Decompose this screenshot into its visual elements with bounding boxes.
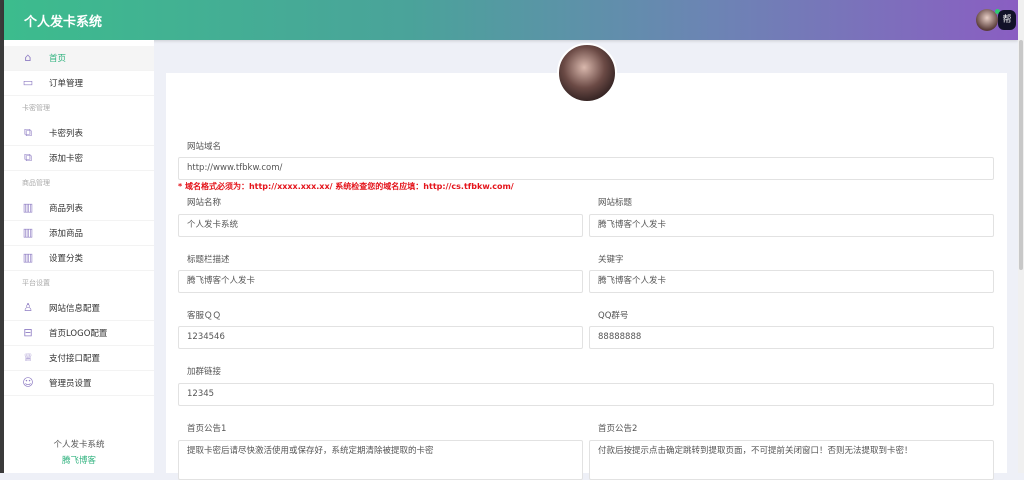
top-header: 个人发卡系统 帮: [4, 0, 1018, 40]
sidebar-item-label: 设置分类: [49, 254, 84, 264]
sidebar-item[interactable]: ▥ 商品列表: [4, 196, 154, 221]
sidebar-footer-author[interactable]: 腾飞博客: [4, 454, 154, 466]
notice1-label: 首页公告1: [187, 424, 227, 434]
sidebar-item-label: 添加商品: [49, 229, 84, 239]
sidebar-group-title: 卡密管理: [22, 104, 50, 112]
sidebar-item[interactable]: ⧉ 添加卡密: [4, 146, 154, 171]
page-scrollbar[interactable]: [1018, 0, 1024, 473]
site-name-input[interactable]: 个人发卡系统: [178, 214, 583, 237]
sidebar-item[interactable]: ⧉ 卡密列表: [4, 121, 154, 146]
sidebar-footer-name: 个人发卡系统: [53, 440, 105, 450]
menu-icon: ▥: [22, 201, 34, 214]
domain-label: 网站域名: [187, 142, 222, 152]
qq-label: 客服ＱＱ: [187, 311, 222, 321]
sidebar-item-label: 支付接口配置: [49, 354, 101, 364]
qq-group-label: QQ群号: [598, 311, 629, 321]
sidebar-item[interactable]: ⊟ 首页LOGO配置: [4, 321, 154, 346]
domain-note: * 域名格式必须为：http://xxxx.xxx.xx/ 系统检查您的域名应填…: [178, 182, 514, 191]
scrollbar-thumb[interactable]: [1019, 40, 1023, 270]
keywords-input[interactable]: 腾飞博客个人发卡: [589, 270, 994, 293]
qq-input[interactable]: 1234546: [178, 326, 583, 349]
menu-icon: ☺: [22, 376, 34, 389]
sidebar-item[interactable]: ☺ 管理员设置: [4, 371, 154, 396]
desc-input[interactable]: 腾飞博客个人发卡: [178, 270, 583, 293]
sidebar-item[interactable]: ⌂ 首页: [4, 46, 154, 71]
sidebar: ⌂ 首页 ▭ 订单管理卡密管理 ⧉ 卡密列表 ⧉ 添加卡密商品管理 ▥ 商品列表 ▥ 添加商品 ▥ 设置分…: [4, 40, 154, 473]
site-logo-avatar[interactable]: [557, 43, 617, 103]
sidebar-item-label: 订单管理: [49, 79, 84, 89]
sidebar-item-label: 商品列表: [49, 204, 84, 214]
clipboard-icon: ▭: [22, 76, 34, 89]
site-title-input[interactable]: 腾飞博客个人发卡: [589, 214, 994, 237]
menu-icon: ♙: [23, 301, 33, 314]
help-badge[interactable]: 帮: [998, 10, 1016, 30]
sidebar-item-label: 管理员设置: [49, 379, 92, 389]
home-icon: ⌂: [24, 51, 32, 64]
menu-icon: ⧉: [24, 126, 32, 139]
site-title-label: 网站标题: [598, 198, 633, 208]
sidebar-item[interactable]: ▥ 设置分类: [4, 246, 154, 271]
sidebar-item[interactable]: ♕ 支付接口配置: [4, 346, 154, 371]
sidebar-item[interactable]: ♙ 网站信息配置: [4, 296, 154, 321]
group-link-label: 加群链接: [187, 367, 222, 377]
sidebar-item-label: 网站信息配置: [49, 304, 101, 314]
sidebar-item-label: 首页: [49, 54, 67, 64]
sidebar-item[interactable]: ▭ 订单管理: [4, 71, 154, 96]
site-name-label: 网站名称: [187, 198, 222, 208]
group-link-input[interactable]: 12345: [178, 383, 994, 406]
notice2-label: 首页公告2: [598, 424, 638, 434]
app-title: 个人发卡系统: [24, 15, 103, 30]
domain-input[interactable]: http://www.tfbkw.com/: [178, 157, 994, 180]
menu-icon: ▥: [22, 226, 34, 239]
sidebar-group-title: 平台设置: [22, 279, 50, 287]
menu-icon: ⧉: [24, 151, 32, 164]
notice2-textarea[interactable]: 付款后按提示点击确定跳转到提取页面，不可提前关闭窗口！否则无法提取到卡密！: [589, 440, 994, 480]
sidebar-group-title: 商品管理: [22, 179, 50, 187]
sidebar-item-label: 添加卡密: [49, 154, 84, 164]
notice1-textarea[interactable]: 提取卡密后请尽快激活使用或保存好，系统定期清除被提取的卡密: [178, 440, 583, 480]
qq-group-input[interactable]: 88888888: [589, 326, 994, 349]
desc-label: 标题栏描述: [187, 255, 230, 265]
menu-icon: ♕: [23, 351, 33, 364]
sidebar-item[interactable]: ▥ 添加商品: [4, 221, 154, 246]
sidebar-item-label: 首页LOGO配置: [49, 329, 108, 339]
keywords-label: 关键字: [598, 255, 624, 265]
sidebar-item-label: 卡密列表: [49, 129, 84, 139]
menu-icon: ⊟: [23, 326, 33, 339]
menu-icon: ▥: [22, 251, 34, 264]
